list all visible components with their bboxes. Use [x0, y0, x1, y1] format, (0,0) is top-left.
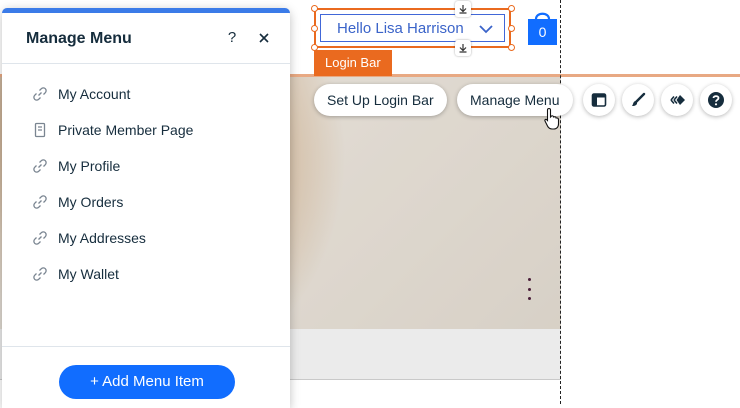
- link-icon: [33, 195, 47, 209]
- resize-handle[interactable]: [311, 5, 318, 12]
- resize-handle[interactable]: [311, 25, 318, 32]
- chevron-down-icon[interactable]: [478, 23, 494, 35]
- stretch-bottom-icon[interactable]: [455, 40, 471, 56]
- design-brush-icon[interactable]: [622, 84, 654, 116]
- login-greeting-text: Hello Lisa Harrison: [337, 19, 464, 37]
- panel-footer-divider: [2, 346, 290, 347]
- menu-item-my-orders[interactable]: My Orders: [2, 184, 290, 220]
- link-icon: [33, 231, 47, 245]
- cart-icon[interactable]: 0: [527, 8, 558, 46]
- menu-item-my-wallet[interactable]: My Wallet: [2, 256, 290, 292]
- link-icon: [33, 87, 47, 101]
- menu-item-list: My Account Private Member Page My Profil…: [2, 76, 290, 292]
- menu-item-my-profile[interactable]: My Profile: [2, 148, 290, 184]
- resize-handle[interactable]: [508, 25, 515, 32]
- menu-item-private-member-page[interactable]: Private Member Page: [2, 112, 290, 148]
- help-icon[interactable]: [700, 84, 732, 116]
- layout-icon[interactable]: [583, 84, 615, 116]
- cart-count: 0: [538, 24, 547, 40]
- menu-item-my-account[interactable]: My Account: [2, 76, 290, 112]
- manage-menu-panel: Manage Menu ? My Account Private Member …: [2, 8, 290, 408]
- menu-item-my-addresses[interactable]: My Addresses: [2, 220, 290, 256]
- animation-icon[interactable]: [661, 84, 693, 116]
- menu-item-label: My Profile: [58, 158, 121, 174]
- login-bar-widget[interactable]: Hello Lisa Harrison: [314, 8, 511, 48]
- resize-handle[interactable]: [508, 44, 515, 51]
- page-icon: [34, 122, 46, 138]
- more-options-icon[interactable]: [524, 278, 534, 300]
- add-menu-item-button[interactable]: + Add Menu Item: [59, 365, 235, 399]
- gridline-guide: [560, 0, 561, 404]
- menu-item-label: My Wallet: [58, 266, 119, 282]
- panel-header: Manage Menu ?: [2, 13, 290, 64]
- link-icon: [33, 267, 47, 281]
- panel-title: Manage Menu: [26, 30, 132, 47]
- setup-login-bar-button[interactable]: Set Up Login Bar: [314, 84, 447, 116]
- menu-item-label: My Account: [58, 86, 131, 102]
- link-icon: [33, 159, 47, 173]
- help-button[interactable]: ?: [224, 29, 240, 47]
- menu-item-label: My Addresses: [58, 230, 146, 246]
- resize-handle[interactable]: [508, 5, 515, 12]
- stretch-top-icon[interactable]: [455, 1, 471, 17]
- login-bar-inner: Hello Lisa Harrison: [320, 14, 505, 42]
- login-bar-tag: Login Bar: [314, 50, 392, 76]
- close-icon[interactable]: [257, 31, 271, 45]
- menu-item-label: My Orders: [58, 194, 124, 210]
- menu-item-label: Private Member Page: [58, 122, 194, 138]
- hand-cursor-icon: [544, 107, 560, 130]
